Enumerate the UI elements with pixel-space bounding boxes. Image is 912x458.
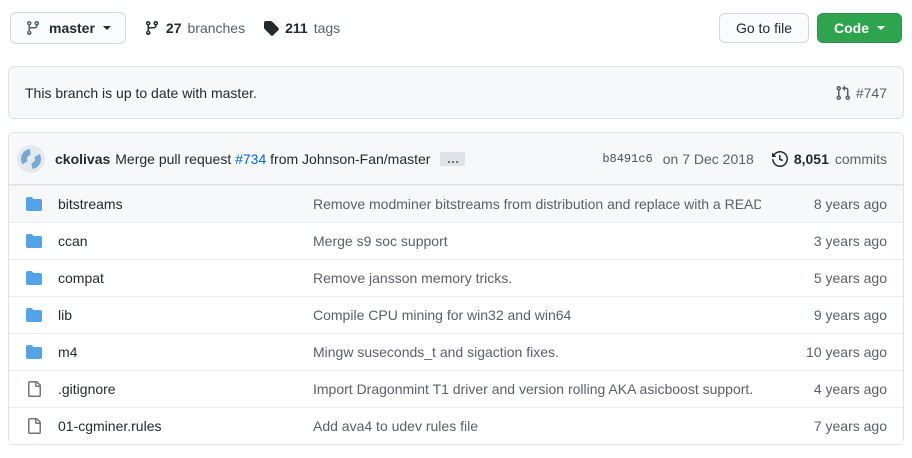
file-age: 7 years ago (777, 418, 887, 434)
chevron-down-icon (103, 26, 111, 34)
expand-commit-message-button[interactable]: … (440, 152, 465, 166)
table-row: compat Remove jansson memory tricks. 5 y… (9, 259, 903, 296)
file-name-link[interactable]: lib (58, 307, 297, 323)
commit-date: on 7 Dec 2018 (663, 151, 754, 167)
table-row: lib Compile CPU mining for win32 and win… (9, 296, 903, 333)
tags-count: 211 (285, 20, 308, 36)
table-row: bitstreams Remove modminer bitstreams fr… (9, 185, 903, 222)
file-name-link[interactable]: 01-cgminer.rules (58, 418, 297, 434)
file-commit-message-link[interactable]: Remove jansson memory tricks. (313, 270, 761, 286)
file-commit-message-link[interactable]: Mingw suseconds_t and sigaction fixes. (313, 344, 761, 360)
file-commit-message-link[interactable]: Add ava4 to udev rules file (313, 418, 761, 434)
file-commit-message-link[interactable]: Remove modminer bitstreams from distribu… (313, 196, 761, 212)
commit-message-suffix: from Johnson-Fan/master (270, 151, 430, 167)
table-row: 01-cgminer.rules Add ava4 to udev rules … (9, 407, 903, 444)
tags-label: tags (314, 20, 340, 36)
file-commit-message-link[interactable]: Merge s9 soc support (313, 233, 761, 249)
file-type-icon-cell (26, 196, 42, 212)
folder-icon (26, 344, 42, 360)
commit-author-link[interactable]: ckolivas (55, 151, 110, 167)
commit-message: Merge pull request #734 from Johnson-Fan… (115, 151, 430, 167)
file-name-link[interactable]: bitstreams (58, 196, 297, 212)
code-button-label: Code (834, 20, 869, 36)
history-clock-icon (772, 151, 788, 167)
commit-meta: b8491c6 on 7 Dec 2018 8,051 commits (602, 151, 887, 167)
git-branch-icon (25, 20, 41, 36)
file-age: 9 years ago (777, 307, 887, 323)
file-type-icon-cell (26, 233, 42, 249)
pull-request-link[interactable]: #747 (835, 85, 887, 101)
commit-message-prefix: Merge pull request (115, 151, 231, 167)
file-age: 5 years ago (777, 270, 887, 286)
chevron-down-icon (877, 26, 885, 34)
commits-count: 8,051 (794, 151, 829, 167)
latest-commit-header: ckolivas Merge pull request #734 from Jo… (9, 133, 903, 185)
file-age: 8 years ago (777, 196, 887, 212)
table-row: ccan Merge s9 soc support 3 years ago (9, 222, 903, 259)
file-icon (26, 418, 42, 434)
tag-icon (263, 20, 279, 36)
folder-icon (26, 270, 42, 286)
file-type-icon-cell (26, 344, 42, 360)
file-age: 4 years ago (777, 381, 887, 397)
file-name-link[interactable]: m4 (58, 344, 297, 360)
commit-pr-link[interactable]: #734 (235, 151, 266, 167)
branch-selector-button[interactable]: master (10, 12, 126, 44)
file-navigation-bar: master 27 branches 211 tags Go to file C… (8, 12, 904, 44)
git-pull-request-icon (835, 85, 851, 101)
table-row: m4 Mingw suseconds_t and sigaction fixes… (9, 333, 903, 370)
file-age: 3 years ago (777, 233, 887, 249)
file-commit-message-link[interactable]: Compile CPU mining for win32 and win64 (313, 307, 761, 323)
git-branch-icon (144, 20, 160, 36)
folder-icon (26, 196, 42, 212)
pull-request-number: #747 (856, 85, 887, 101)
commit-history-link[interactable]: 8,051 commits (772, 151, 887, 167)
current-branch-label: master (49, 20, 95, 36)
branch-status-message: This branch is up to date with master. (25, 85, 257, 101)
file-type-icon-cell (26, 307, 42, 323)
commits-label: commits (835, 151, 887, 167)
file-type-icon-cell (26, 418, 42, 434)
file-type-icon-cell (26, 381, 42, 397)
file-commit-message-link[interactable]: Import Dragonmint T1 driver and version … (313, 381, 761, 397)
commit-sha-link[interactable]: b8491c6 (602, 152, 652, 166)
tags-link[interactable]: 211 tags (263, 20, 340, 36)
file-icon (26, 381, 42, 397)
repo-file-browser: master 27 branches 211 tags Go to file C… (0, 12, 912, 445)
branches-label: branches (188, 20, 246, 36)
go-to-file-button[interactable]: Go to file (719, 13, 809, 43)
file-name-link[interactable]: compat (58, 270, 297, 286)
file-type-icon-cell (26, 270, 42, 286)
folder-icon (26, 307, 42, 323)
branches-count: 27 (166, 20, 182, 36)
file-name-link[interactable]: .gitignore (58, 381, 297, 397)
file-age: 10 years ago (777, 344, 887, 360)
branches-link[interactable]: 27 branches (144, 20, 245, 36)
folder-icon (26, 233, 42, 249)
table-row: .gitignore Import Dragonmint T1 driver a… (9, 370, 903, 407)
avatar[interactable] (17, 145, 45, 173)
file-name-link[interactable]: ccan (58, 233, 297, 249)
code-button[interactable]: Code (817, 13, 902, 43)
branch-status-bar: This branch is up to date with master. #… (8, 66, 904, 119)
file-list-container: ckolivas Merge pull request #734 from Jo… (8, 132, 904, 445)
